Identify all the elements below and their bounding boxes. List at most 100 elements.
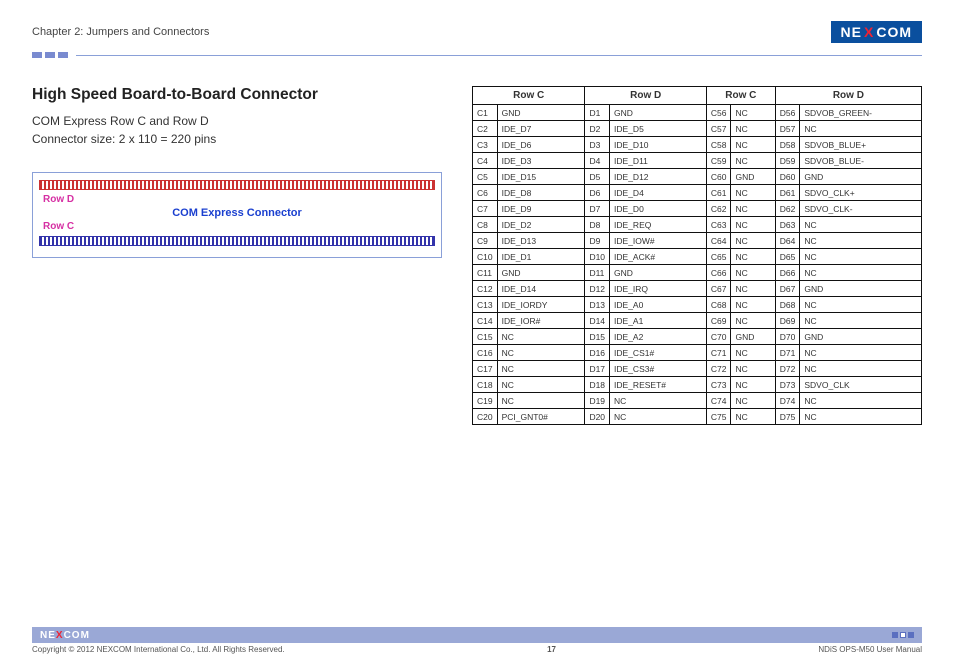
table-row: C13IDE_IORDYD13IDE_A0C68NCD68NC [473,297,922,313]
signal-cell: NC [731,201,775,217]
signal-cell: IDE_D14 [497,281,585,297]
pin-id-cell: C65 [706,249,731,265]
pin-id-cell: D19 [585,393,610,409]
brand-logo: NEXCOM [831,21,922,43]
pin-id-cell: C57 [706,121,731,137]
table-row: C11GNDD11GNDC66NCD66NC [473,265,922,281]
signal-cell: NC [731,313,775,329]
signal-cell: NC [731,233,775,249]
signal-cell: IDE_REQ [610,217,707,233]
signal-cell: SDVOB_GREEN- [800,105,922,121]
pin-id-cell: C14 [473,313,498,329]
pin-id-cell: C11 [473,265,498,281]
signal-cell: NC [610,409,707,425]
signal-cell: IDE_CS1# [610,345,707,361]
signal-cell: IDE_IORDY [497,297,585,313]
signal-cell: NC [731,105,775,121]
header-rule [32,52,922,58]
pin-id-cell: C16 [473,345,498,361]
pin-id-cell: D71 [775,345,800,361]
pinout-table-head: Row C Row D Row C Row D [473,87,922,105]
table-row: C7IDE_D9D7IDE_D0C62NCD62SDVO_CLK- [473,201,922,217]
pin-id-cell: D11 [585,265,610,281]
signal-cell: IDE_IOR# [497,313,585,329]
footer-meta: Copyright © 2012 NEXCOM International Co… [32,645,922,654]
pin-id-cell: C20 [473,409,498,425]
connector-diagram: Row D COM Express Connector Row C [32,172,442,258]
pinout-table: Row C Row D Row C Row D C1GNDD1GNDC56NCD… [472,86,922,425]
signal-cell: NC [800,265,922,281]
signal-cell: IDE_D13 [497,233,585,249]
table-row: C17NCD17IDE_CS3#C72NCD72NC [473,361,922,377]
pin-id-cell: D16 [585,345,610,361]
pin-id-cell: D15 [585,329,610,345]
pin-id-cell: D12 [585,281,610,297]
signal-cell: SDVO_CLK [800,377,922,393]
signal-cell: GND [610,265,707,281]
signal-cell: IDE_D11 [610,153,707,169]
table-row: C12IDE_D14D12IDE_IRQC67NCD67GND [473,281,922,297]
pin-id-cell: C9 [473,233,498,249]
pin-id-cell: C61 [706,185,731,201]
signal-cell: IDE_D1 [497,249,585,265]
pin-id-cell: D70 [775,329,800,345]
signal-cell: NC [610,393,707,409]
pin-id-cell: C7 [473,201,498,217]
pin-id-cell: D68 [775,297,800,313]
footer-manual-name: NDiS OPS-M50 User Manual [818,645,922,654]
table-row: C5IDE_D15D5IDE_D12C60GNDD60GND [473,169,922,185]
section-heading: High Speed Board-to-Board Connector [32,86,442,104]
pin-id-cell: D10 [585,249,610,265]
signal-cell: NC [800,121,922,137]
signal-cell: NC [731,249,775,265]
pin-id-cell: C10 [473,249,498,265]
pin-id-cell: D65 [775,249,800,265]
pin-id-cell: C75 [706,409,731,425]
pin-id-cell: D17 [585,361,610,377]
signal-cell: NC [800,217,922,233]
table-row: C4IDE_D3D4IDE_D11C59NCD59SDVOB_BLUE- [473,153,922,169]
table-row: C8IDE_D2D8IDE_REQC63NCD63NC [473,217,922,233]
signal-cell: IDE_D3 [497,153,585,169]
pin-id-cell: D2 [585,121,610,137]
table-row: C19NCD19NCC74NCD74NC [473,393,922,409]
pin-id-cell: C56 [706,105,731,121]
signal-cell: NC [731,137,775,153]
signal-cell: NC [731,265,775,281]
table-row: C3IDE_D6D3IDE_D10C58NCD58SDVOB_BLUE+ [473,137,922,153]
signal-cell: IDE_D9 [497,201,585,217]
signal-cell: IDE_A0 [610,297,707,313]
signal-cell: IDE_RESET# [610,377,707,393]
pin-id-cell: D67 [775,281,800,297]
pin-id-cell: C70 [706,329,731,345]
signal-cell: IDE_D5 [610,121,707,137]
pin-id-cell: D1 [585,105,610,121]
pin-id-cell: C62 [706,201,731,217]
pin-id-cell: C73 [706,377,731,393]
pin-id-cell: D18 [585,377,610,393]
pin-id-cell: D13 [585,297,610,313]
th-row-d-1: Row D [585,87,706,105]
pin-id-cell: C5 [473,169,498,185]
pin-id-cell: C58 [706,137,731,153]
signal-cell: IDE_D10 [610,137,707,153]
signal-cell: NC [800,409,922,425]
pin-id-cell: C6 [473,185,498,201]
signal-cell: NC [497,345,585,361]
signal-cell: NC [731,297,775,313]
signal-cell: NC [731,409,775,425]
right-column: Row C Row D Row C Row D C1GNDD1GNDC56NCD… [472,86,922,425]
signal-cell: GND [731,169,775,185]
signal-cell: IDE_D0 [610,201,707,217]
pin-id-cell: D5 [585,169,610,185]
pin-id-cell: D3 [585,137,610,153]
pin-id-cell: D8 [585,217,610,233]
pin-id-cell: C19 [473,393,498,409]
diagram-center-label: COM Express Connector [39,207,435,219]
left-column: High Speed Board-to-Board Connector COM … [32,86,442,425]
signal-cell: IDE_IOW# [610,233,707,249]
footer-bar: NEXCOM [32,627,922,643]
pin-id-cell: D74 [775,393,800,409]
pin-id-cell: D14 [585,313,610,329]
th-row-d-2: Row D [775,87,921,105]
